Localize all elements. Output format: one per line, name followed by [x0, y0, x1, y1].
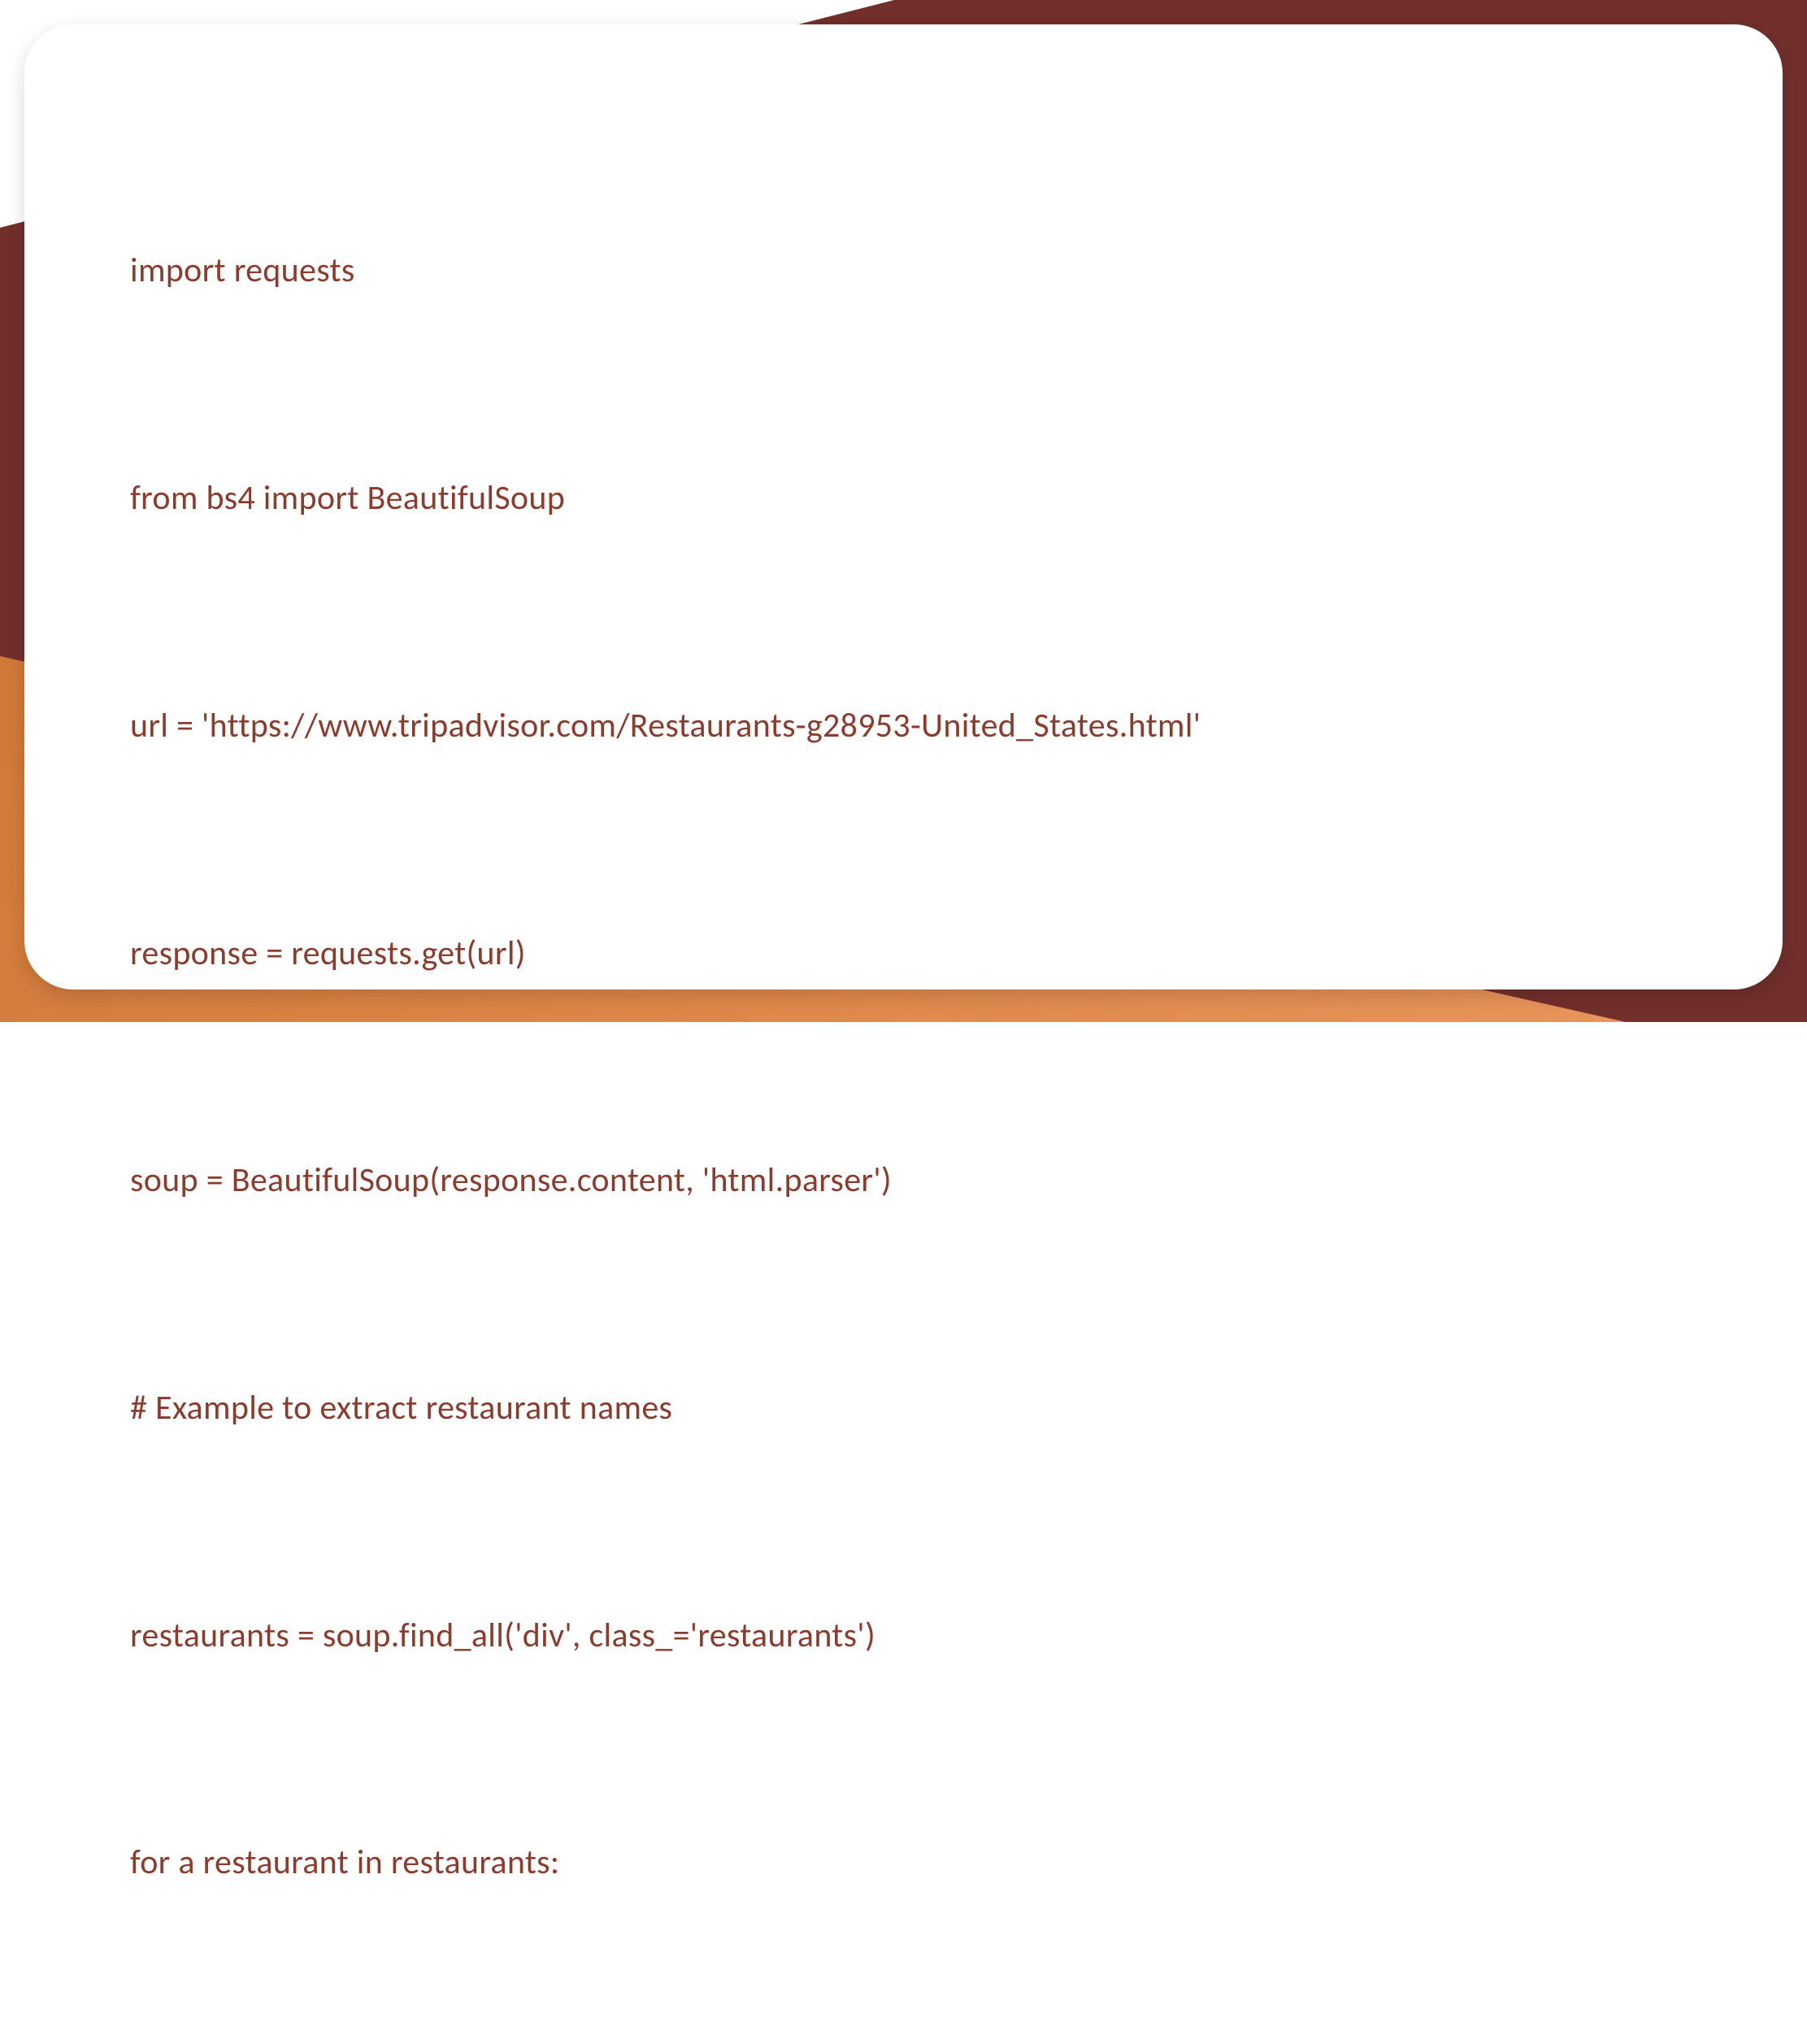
code-card: import requests from bs4 import Beautifu…	[24, 24, 1783, 989]
code-line-4: response = requests.get(url)	[130, 915, 1677, 991]
code-line-2: from bs4 import BeautifulSoup	[130, 460, 1677, 536]
code-line-6: # Example to extract restaurant names	[130, 1370, 1677, 1446]
code-line-3: url = 'https://www.tripadvisor.com/Resta…	[130, 688, 1677, 763]
code-line-8: for a restaurant in restaurants:	[130, 1824, 1677, 1900]
code-line-5: soup = BeautifulSoup(response.content, '…	[130, 1142, 1677, 1218]
code-line-7: restaurants = soup.find_all('div', class…	[130, 1598, 1677, 1673]
code-block: import requests from bs4 import Beautifu…	[130, 81, 1677, 2044]
code-line-1: import requests	[130, 233, 1677, 308]
